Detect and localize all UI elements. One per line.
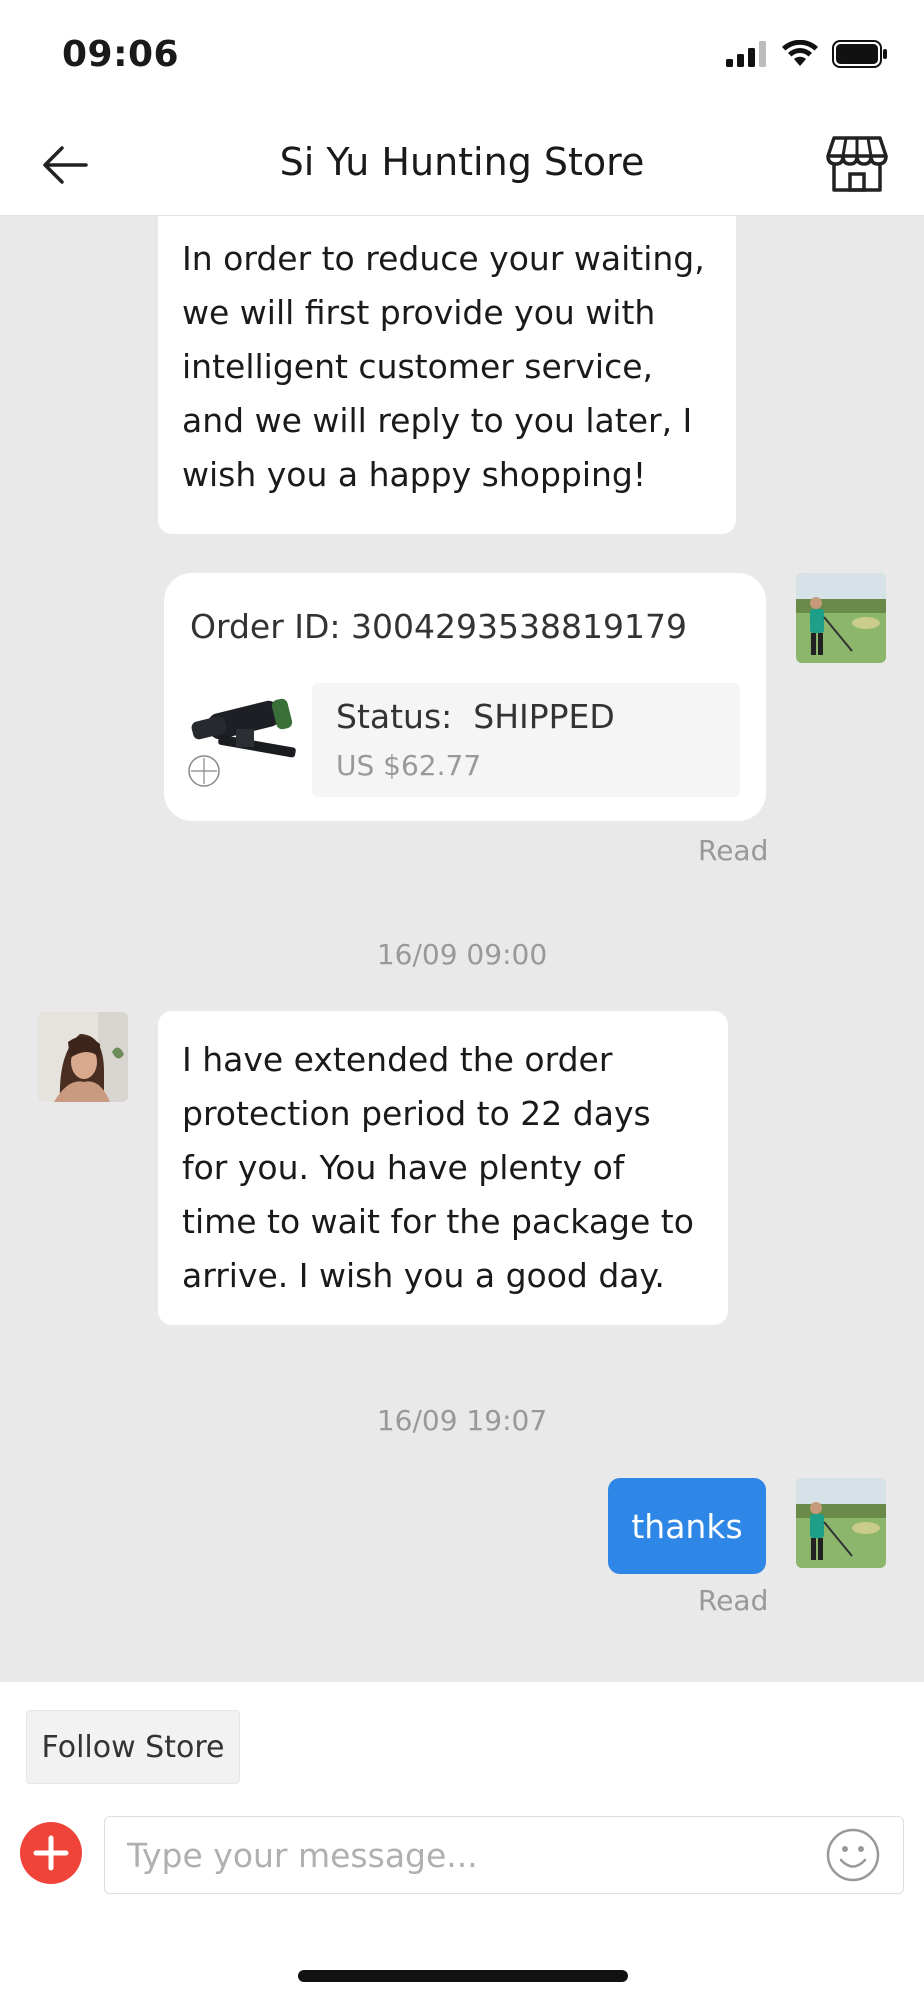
message-bubble-seller: I have extended the order protection per… bbox=[158, 1011, 728, 1325]
battery-icon bbox=[832, 40, 887, 68]
add-attachment-button[interactable] bbox=[20, 1822, 82, 1884]
message-bubble-intro: In order to reduce your waiting, we will… bbox=[158, 216, 736, 534]
status-time: 09:06 bbox=[62, 34, 180, 75]
store-button[interactable] bbox=[826, 134, 888, 194]
composer: Follow Store bbox=[0, 1682, 924, 2000]
timestamp: 16/09 19:07 bbox=[376, 1404, 548, 1437]
store-icon bbox=[826, 136, 888, 192]
plus-icon bbox=[33, 1835, 69, 1871]
timestamp: 16/09 09:00 bbox=[376, 938, 548, 971]
read-receipt: Read bbox=[698, 1584, 769, 1617]
seller-avatar[interactable] bbox=[38, 1012, 128, 1102]
signal-icon bbox=[726, 41, 766, 67]
message-text: I have extended the order protection per… bbox=[182, 1040, 694, 1295]
status-bar: 09:06 bbox=[0, 0, 924, 110]
chat-area[interactable]: In order to reduce your waiting, we will… bbox=[0, 216, 924, 1682]
message-text: In order to reduce your waiting, we will… bbox=[182, 239, 705, 494]
chat-header: Si Yu Hunting Store bbox=[0, 110, 924, 216]
wifi-icon bbox=[782, 40, 818, 66]
page-title: Si Yu Hunting Store bbox=[279, 140, 645, 184]
message-input-wrapper bbox=[104, 1816, 904, 1894]
order-id: Order ID: 3004293538819179 bbox=[190, 607, 687, 646]
user-avatar[interactable] bbox=[796, 1478, 886, 1568]
user-avatar[interactable] bbox=[796, 573, 886, 663]
order-info: Status: SHIPPED US $62.77 bbox=[312, 683, 740, 797]
follow-store-button[interactable]: Follow Store bbox=[26, 1710, 240, 1784]
product-image bbox=[188, 691, 304, 791]
read-receipt: Read bbox=[698, 834, 769, 867]
order-status: Status: SHIPPED bbox=[336, 697, 615, 736]
status-icons bbox=[726, 40, 888, 68]
order-price: US $62.77 bbox=[336, 749, 482, 782]
emoji-icon bbox=[826, 1828, 880, 1882]
order-card[interactable]: Order ID: 3004293538819179 Status: SHIPP… bbox=[164, 573, 766, 821]
message-bubble-mine: thanks bbox=[608, 1478, 766, 1574]
home-indicator bbox=[298, 1970, 628, 1982]
message-input[interactable] bbox=[127, 1829, 807, 1881]
emoji-button[interactable] bbox=[825, 1827, 881, 1883]
